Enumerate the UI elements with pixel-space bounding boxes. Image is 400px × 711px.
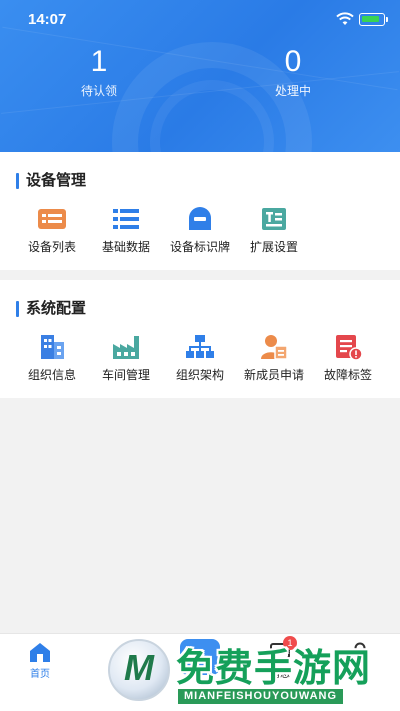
- stat-pending-claim-label: 待认领: [80, 84, 117, 98]
- stat-processing-label: 处理中: [274, 84, 311, 98]
- menu-item-label: 设备列表: [27, 240, 76, 254]
- menu-item-basic-data[interactable]: 基础数据: [89, 204, 163, 255]
- building-icon: [41, 335, 64, 359]
- watermark: M 免费手游网 MIANFEISHOUYOUWANG: [108, 637, 393, 709]
- new-member-icon: [261, 335, 288, 360]
- fault-tag-icon: [336, 335, 363, 361]
- org-chart-icon: [186, 335, 214, 358]
- watermark-subtitle: MIANFEISHOUYOUWANG: [178, 689, 344, 704]
- status-bar: 14:07: [0, 0, 400, 38]
- section-system-config: 系统配置 组织信息 车间管理 组织架构 新成员申请 故障标签: [0, 280, 400, 398]
- menu-item-label: 车间管理: [101, 368, 150, 382]
- menu-item-org-info[interactable]: 组织信息: [15, 332, 89, 383]
- wifi-icon: [336, 12, 354, 25]
- menu-item-org-structure[interactable]: 组织架构: [163, 332, 237, 383]
- menu-item-new-member-request[interactable]: 新成员申请: [237, 332, 311, 383]
- extend-settings-icon: [262, 208, 286, 230]
- menu-item-device-tag[interactable]: 设备标识牌: [163, 204, 237, 255]
- home-icon: [30, 643, 50, 662]
- section-title: 系统配置: [16, 301, 86, 317]
- stat-processing-value: 0: [284, 45, 302, 78]
- watermark-logo-letter: M: [124, 647, 154, 688]
- stat-processing[interactable]: 0 处理中: [233, 44, 353, 99]
- status-time: 14:07: [28, 11, 67, 28]
- tab-home[interactable]: 首页: [10, 640, 70, 680]
- menu-item-fault-tag[interactable]: 故障标签: [311, 332, 385, 383]
- tab-label: 首页: [30, 669, 50, 680]
- section-title: 设备管理: [16, 173, 86, 189]
- stat-pending-claim-value: 1: [90, 45, 108, 78]
- menu-item-device-list[interactable]: 设备列表: [15, 204, 89, 255]
- list-icon: [113, 209, 139, 229]
- menu-item-workshop-management[interactable]: 车间管理: [89, 332, 163, 383]
- menu-item-label: 新成员申请: [243, 368, 304, 382]
- menu-item-label: 基础数据: [101, 240, 150, 254]
- device-tag-icon: [189, 207, 211, 230]
- menu-item-label: 组织信息: [27, 368, 76, 382]
- section-device-management: 设备管理 设备列表 基础数据 设备标识牌 扩展设置: [0, 152, 400, 270]
- menu-item-extend-settings[interactable]: 扩展设置: [237, 204, 311, 255]
- watermark-title: 免费手游网: [176, 648, 372, 690]
- menu-item-label: 扩展设置: [249, 240, 298, 254]
- device-list-icon: [38, 209, 66, 229]
- menu-item-label: 设备标识牌: [169, 240, 230, 254]
- menu-item-label: 故障标签: [323, 368, 372, 382]
- menu-item-label: 组织架构: [175, 368, 224, 382]
- stat-pending-claim[interactable]: 1 待认领: [39, 44, 159, 99]
- factory-icon: [113, 336, 139, 359]
- battery-icon: [359, 13, 388, 26]
